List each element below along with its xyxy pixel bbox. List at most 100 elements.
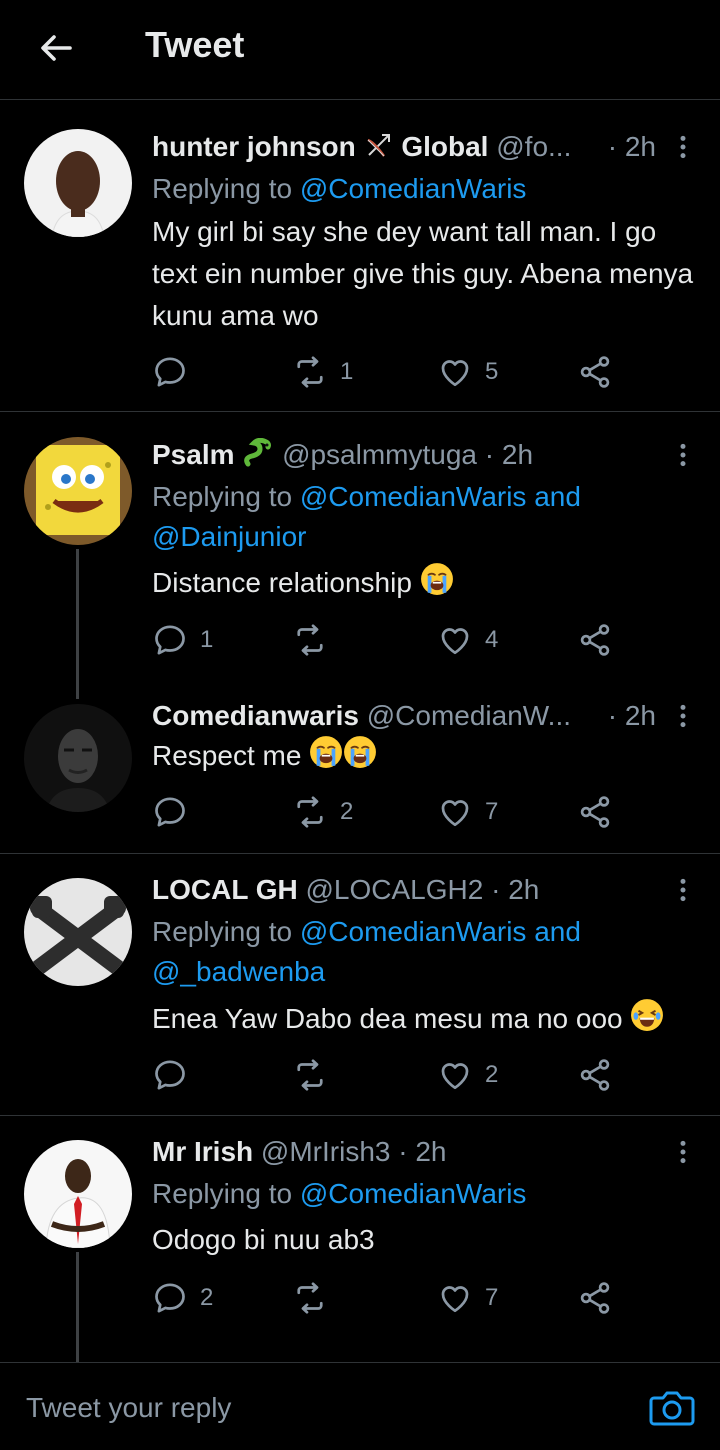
retweet-icon [292, 1057, 328, 1093]
timestamp[interactable]: · 2h [485, 439, 533, 470]
tweet-text: Enea Yaw Dabo dea mesu ma no ooo [152, 998, 698, 1040]
share-button[interactable] [577, 352, 613, 392]
share-icon [577, 794, 613, 830]
author-handle[interactable]: @ComedianW... [367, 700, 571, 731]
author-name[interactable]: Mr Irish [152, 1136, 253, 1167]
tweet-text: Respect me [152, 735, 698, 777]
author-name[interactable]: LOCAL GH [152, 874, 298, 905]
author-handle[interactable]: @LOCALGH2 [305, 874, 483, 905]
like-count: 7 [485, 1284, 499, 1311]
timestamp[interactable]: · 2h [608, 698, 656, 734]
reply-button[interactable]: 2 [152, 1278, 213, 1318]
avatar[interactable] [24, 437, 132, 545]
more-vertical-icon [679, 703, 687, 729]
retweet-button[interactable] [292, 1278, 340, 1318]
retweet-button[interactable]: 2 [292, 792, 353, 832]
reply-icon [152, 1280, 188, 1316]
more-vertical-icon [679, 134, 687, 160]
replying-to: Replying to @ComedianWaris and @Dainjuni… [152, 477, 700, 557]
author-handle[interactable]: @MrIrish3 [261, 1136, 391, 1167]
reply-button[interactable] [152, 792, 200, 832]
tweet-text-content: My girl bi say she dey want tall man. I … [152, 216, 694, 331]
share-button[interactable] [577, 1278, 613, 1318]
share-icon [577, 622, 613, 658]
mention-link[interactable]: @ComedianWaris [300, 1178, 527, 1209]
author-name[interactable]: Comedianwaris [152, 700, 359, 731]
tweet[interactable]: Psalm @psalmmytuga · 2h Replying to @Com… [0, 413, 720, 699]
like-button[interactable]: 5 [437, 352, 498, 392]
replying-to: Replying to @ComedianWaris [152, 1174, 700, 1214]
more-options-button[interactable] [670, 1134, 696, 1170]
share-icon [577, 1280, 613, 1316]
tweet-text-content: Odogo bi nuu ab3 [152, 1224, 375, 1255]
thread-line [76, 549, 79, 699]
timestamp[interactable]: · 2h [398, 1136, 446, 1167]
retweet-icon [292, 622, 328, 658]
heart-icon [437, 1057, 473, 1093]
replying-to: Replying to @ComedianWaris and @_badwenb… [152, 912, 700, 992]
page-title: Tweet [145, 24, 245, 65]
retweet-count: 1 [340, 358, 354, 385]
retweet-icon [292, 794, 328, 830]
like-button[interactable]: 2 [437, 1055, 498, 1095]
reply-icon [152, 1057, 188, 1093]
replying-prefix: Replying to [152, 481, 300, 512]
reply-count: 2 [200, 1284, 214, 1311]
retweet-button[interactable] [292, 620, 340, 660]
share-button[interactable] [577, 620, 613, 660]
tweet[interactable]: LOCAL GH @LOCALGH2 · 2h Replying to @Com… [0, 854, 720, 1116]
reply-button[interactable]: 1 [152, 620, 213, 660]
more-options-button[interactable] [670, 437, 696, 473]
timestamp[interactable]: · 2h [608, 129, 656, 165]
tweet-actions: 2 [152, 1055, 622, 1095]
share-button[interactable] [577, 792, 613, 832]
retweet-count: 2 [340, 798, 354, 825]
tweet-text: My girl bi say she dey want tall man. I … [152, 211, 698, 337]
share-button[interactable] [577, 1055, 613, 1095]
tweet[interactable]: Mr Irish @MrIrish3 · 2h Replying to @Com… [0, 1116, 720, 1362]
timestamp[interactable]: · 2h [491, 874, 539, 905]
more-options-button[interactable] [670, 129, 696, 165]
share-icon [577, 1057, 613, 1093]
author-handle[interactable]: @fo... [496, 131, 571, 162]
tweet-reply-input[interactable] [24, 1385, 588, 1431]
avatar[interactable] [24, 878, 132, 986]
like-button[interactable]: 7 [437, 792, 498, 832]
heart-icon [437, 622, 473, 658]
tweet-text: Odogo bi nuu ab3 [152, 1219, 698, 1261]
tweet[interactable]: Comedianwaris @ComedianW... · 2h Respect… [0, 682, 720, 854]
share-icon [577, 354, 613, 390]
camera-icon [649, 1391, 695, 1426]
like-button[interactable]: 4 [437, 620, 498, 660]
more-vertical-icon [679, 1139, 687, 1165]
like-count: 7 [485, 798, 499, 825]
mention-link[interactable]: @ComedianWaris [300, 173, 527, 204]
author-name[interactable]: Psalm [152, 439, 235, 470]
avatar[interactable] [24, 1140, 132, 1248]
mention-link[interactable]: @_badwenba [152, 956, 325, 987]
back-button[interactable] [30, 26, 82, 70]
avatar[interactable] [24, 129, 132, 237]
author-name-suffix: Global [401, 131, 489, 162]
more-options-button[interactable] [670, 698, 696, 734]
more-options-button[interactable] [670, 872, 696, 908]
author-handle[interactable]: @psalmmytuga [282, 439, 477, 470]
tweet[interactable]: hunter johnson Global @fo... · 2h Replyi… [0, 101, 720, 412]
reply-button[interactable] [152, 352, 200, 392]
like-button[interactable]: 7 [437, 1278, 498, 1318]
retweet-icon [292, 354, 328, 390]
retweet-button[interactable] [292, 1055, 340, 1095]
tweet-text: Distance relationship [152, 562, 698, 604]
tweet-actions: 2 7 [152, 792, 622, 832]
mention-link[interactable]: @Dainjunior [152, 521, 307, 552]
reply-icon [152, 622, 188, 658]
crying-face-icon [343, 735, 377, 769]
camera-button[interactable] [648, 1388, 696, 1428]
mention-link[interactable]: @ComedianWaris [300, 481, 527, 512]
author-name[interactable]: hunter johnson [152, 131, 356, 162]
mention-link[interactable]: @ComedianWaris [300, 916, 527, 947]
reply-button[interactable] [152, 1055, 200, 1095]
top-app-bar: Tweet [0, 0, 720, 100]
retweet-button[interactable]: 1 [292, 352, 353, 392]
avatar[interactable] [24, 704, 132, 812]
